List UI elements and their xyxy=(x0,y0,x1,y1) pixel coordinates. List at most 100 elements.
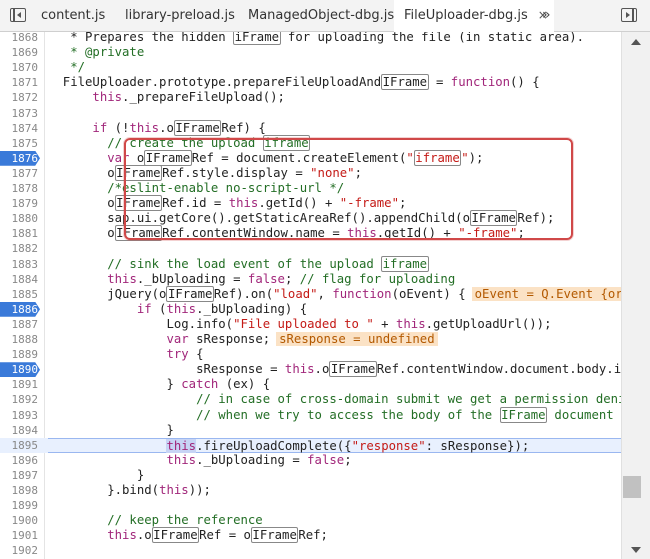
code-text[interactable]: o IFrame Ref.contentWindow.name = this.get… xyxy=(48,225,621,242)
tab-fileuploader-dbg-js[interactable]: FileUploader-dbg.js × xyxy=(394,0,554,32)
toggle-navigator-icon[interactable] xyxy=(10,8,26,22)
line-number[interactable]: 1885 xyxy=(0,287,40,302)
code-text[interactable] xyxy=(48,498,621,513)
code-text[interactable]: sResponse = this.o IFrame Ref.contentWindo… xyxy=(48,361,621,378)
code-text[interactable]: this._prepareFileUpload(); xyxy=(48,90,621,105)
code-line[interactable]: 1884 this._bUploading = false; // flag f… xyxy=(0,272,621,287)
line-number[interactable]: 1884 xyxy=(0,272,40,287)
line-number[interactable]: 1892 xyxy=(0,392,40,407)
code-text[interactable]: */ xyxy=(48,60,621,75)
code-line[interactable]: 1879 o IFrame Ref.id = this.getId() + "-fr… xyxy=(0,195,621,212)
line-number[interactable]: 1889 xyxy=(0,347,40,362)
code-line[interactable]: 1874 if (!this.o IFrame Ref) { xyxy=(0,119,621,136)
code-line[interactable]: 1894 } xyxy=(0,423,621,438)
line-number[interactable]: 1898 xyxy=(0,483,40,498)
line-number[interactable]: 1883 xyxy=(0,257,40,272)
line-number[interactable]: 1871 xyxy=(0,75,40,90)
line-number[interactable]: 1868 xyxy=(0,32,40,45)
code-line[interactable]: 1876 var o IFrame Ref = document.createEle… xyxy=(0,149,621,166)
line-number[interactable]: 1895 xyxy=(0,438,40,453)
scrollbar-thumb[interactable] xyxy=(623,476,641,498)
code-text[interactable]: FileUploader.prototype.prepareFileUpload… xyxy=(48,74,621,91)
code-text[interactable] xyxy=(48,106,621,121)
code-text[interactable]: } xyxy=(48,468,621,483)
code-text[interactable]: // sink the load event of the upload ifr… xyxy=(48,255,621,272)
code-text[interactable] xyxy=(48,241,621,256)
code-line[interactable]: 1893 // when we try to access the body o… xyxy=(0,406,621,423)
code-line[interactable]: 1871 FileUploader.prototype.prepareFileU… xyxy=(0,74,621,91)
code-text[interactable]: // create the upload iframe xyxy=(48,134,621,151)
scroll-down-icon[interactable] xyxy=(631,547,641,553)
line-number[interactable]: 1891 xyxy=(0,377,40,392)
code-text[interactable]: try { xyxy=(48,347,621,362)
line-number[interactable]: 1874 xyxy=(0,121,40,136)
code-editor[interactable]: 1868 * Prepares the hidden iFrame for up… xyxy=(0,32,621,559)
code-text[interactable]: } xyxy=(48,423,621,438)
code-line[interactable]: 1880 sap.ui.getCore().getStaticAreaRef()… xyxy=(0,210,621,227)
tab-library-preload-js[interactable]: library-preload.js xyxy=(125,0,235,31)
code-text[interactable]: // when we try to access the body of the… xyxy=(48,406,621,423)
code-line[interactable]: 1887 Log.info("File uploaded to " + this… xyxy=(0,317,621,332)
code-text[interactable]: this.o IFrame Ref = o IFrame Ref; xyxy=(48,527,621,544)
line-number[interactable]: 1878 xyxy=(0,181,40,196)
code-line[interactable]: 1889 try { xyxy=(0,347,621,362)
code-line[interactable]: 1869 * @private xyxy=(0,45,621,60)
code-line[interactable]: 1873 xyxy=(0,106,621,121)
code-text[interactable]: if (this._bUploading) { xyxy=(48,302,621,317)
line-number[interactable]: 1901 xyxy=(0,528,40,543)
code-text[interactable]: jQuery(o IFrame Ref).on("load", function(o… xyxy=(48,285,621,302)
code-text[interactable] xyxy=(48,543,621,558)
line-number[interactable]: 1875 xyxy=(0,136,40,151)
code-line[interactable]: 1872 this._prepareFileUpload(); xyxy=(0,90,621,105)
line-number[interactable]: 1893 xyxy=(0,408,40,423)
line-number[interactable]: 1869 xyxy=(0,45,40,60)
code-text[interactable]: var sResponse; sResponse = undefined xyxy=(48,332,621,347)
code-line[interactable]: 1881 o IFrame Ref.contentWindow.name = thi… xyxy=(0,225,621,242)
code-line[interactable]: 1895 this.fireUploadComplete({"response"… xyxy=(0,437,621,453)
line-number[interactable]: 1900 xyxy=(0,513,40,528)
code-text[interactable]: /*eslint-enable no-script-url */ xyxy=(48,181,621,196)
code-text[interactable]: // in case of cross-domain submit we get… xyxy=(48,392,621,407)
code-line[interactable]: 1875 // create the upload iframe xyxy=(0,134,621,151)
breakpoint-line-number[interactable]: 1890 xyxy=(0,362,40,378)
code-line[interactable]: 1892 // in case of cross-domain submit w… xyxy=(0,392,622,407)
code-text[interactable]: } catch (ex) { xyxy=(48,377,621,392)
breakpoint-line-number[interactable]: 1886 xyxy=(0,301,40,317)
code-line[interactable]: 1897 } xyxy=(0,468,621,483)
toggle-debugger-icon[interactable] xyxy=(621,8,637,22)
code-line[interactable]: 1896 this._bUploading = false; xyxy=(0,453,621,468)
code-text[interactable]: var o IFrame Ref = document.createElement(… xyxy=(48,149,621,166)
code-text[interactable]: o IFrame Ref.id = this.getId() + "-frame"; xyxy=(48,195,621,212)
line-number[interactable]: 1896 xyxy=(0,453,40,468)
code-text[interactable]: }.bind(this)); xyxy=(48,483,621,498)
code-line[interactable]: 1886 if (this._bUploading) { xyxy=(0,301,621,317)
code-line[interactable]: 1868 * Prepares the hidden iFrame for up… xyxy=(0,32,621,45)
code-line[interactable]: 1885 jQuery(o IFrame Ref).on("load", funct… xyxy=(0,285,621,302)
line-number[interactable]: 1880 xyxy=(0,211,40,226)
scroll-up-icon[interactable] xyxy=(631,39,641,45)
code-line[interactable]: 1901 this.o IFrame Ref = o IFrame Ref; xyxy=(0,527,621,544)
code-line[interactable]: 1890 sResponse = this.o IFrame Ref.content… xyxy=(0,361,621,378)
code-text[interactable]: * @private xyxy=(48,45,621,60)
code-line[interactable]: 1899 xyxy=(0,498,621,513)
line-number[interactable]: 1899 xyxy=(0,498,40,513)
line-number[interactable]: 1872 xyxy=(0,90,40,105)
line-number[interactable]: 1882 xyxy=(0,241,40,256)
code-line[interactable]: 1883 // sink the load event of the uploa… xyxy=(0,255,621,272)
line-number[interactable]: 1888 xyxy=(0,332,40,347)
code-line[interactable]: 1902 xyxy=(0,543,621,558)
code-text[interactable]: this._bUploading = false; xyxy=(48,453,621,468)
code-text[interactable]: o IFrame Ref.style.display = "none"; xyxy=(48,164,621,181)
vertical-scrollbar[interactable] xyxy=(621,32,650,559)
code-text[interactable]: this._bUploading = false; // flag for up… xyxy=(48,272,621,287)
line-number[interactable]: 1879 xyxy=(0,196,40,211)
code-text[interactable]: * Prepares the hidden iFrame for uploadi… xyxy=(48,32,621,45)
line-number[interactable]: 1870 xyxy=(0,60,40,75)
code-line[interactable]: 1891 } catch (ex) { xyxy=(0,377,621,392)
code-line[interactable]: 1877 o IFrame Ref.style.display = "none"; xyxy=(0,164,621,181)
code-text[interactable]: if (!this.o IFrame Ref) { xyxy=(48,119,621,136)
breakpoint-line-number[interactable]: 1876 xyxy=(0,150,40,166)
line-number[interactable]: 1887 xyxy=(0,317,40,332)
code-text[interactable]: sap.ui.getCore().getStaticAreaRef().appe… xyxy=(48,210,621,227)
line-number[interactable]: 1902 xyxy=(0,543,40,558)
